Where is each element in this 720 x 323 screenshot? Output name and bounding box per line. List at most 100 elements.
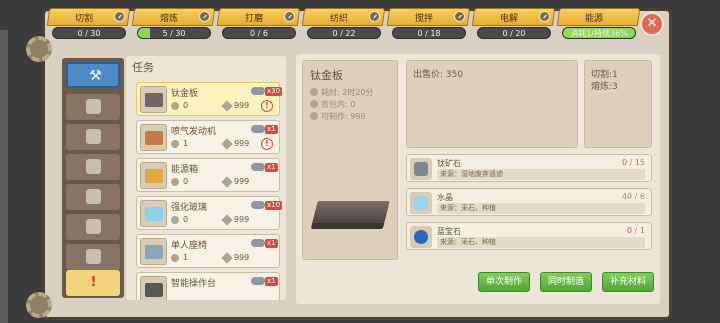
progress-value: 5 / 30	[162, 29, 186, 38]
task-name: 能源箱	[171, 165, 199, 175]
tab-stirring[interactable]: 搅拌 0 / 18	[386, 8, 471, 44]
task-badge: x1	[265, 277, 278, 286]
bag-icon	[171, 140, 179, 148]
category-cloth[interactable]	[66, 154, 120, 180]
task-cost: 999	[234, 253, 250, 262]
material-count: 40 / 6	[621, 192, 645, 201]
task-qty: 1	[183, 253, 189, 262]
material-row[interactable]: 钛矿石 来源：湿地废弃遗迹 0 / 15	[406, 154, 652, 182]
tab-energy[interactable]: 能源 消耗1/持续36%	[556, 8, 641, 44]
material-name: 钛矿石	[437, 159, 461, 168]
item-card: 钛金板 耗时: 2时20分 背包内: 0 可制作: 999	[302, 60, 398, 260]
task-item[interactable]: 强化玻璃 0 999 x10	[136, 196, 283, 230]
tab-label: 熔炼	[159, 14, 178, 24]
plate-icon	[251, 125, 265, 133]
task-name: 喷气发动机	[171, 127, 217, 137]
crystal-icon	[414, 196, 428, 210]
settings-icon[interactable]	[114, 11, 125, 22]
category-map[interactable]	[66, 214, 120, 240]
plate-icon	[251, 239, 265, 247]
settings-icon[interactable]	[454, 11, 465, 22]
progress-bar: 0 / 22	[307, 27, 381, 39]
material-count: 0 / 1	[627, 226, 645, 235]
single-craft-button[interactable]: 单次制作	[478, 272, 530, 292]
settings-icon[interactable]	[199, 11, 210, 22]
sale-price-box: 出售价: 350	[406, 60, 578, 148]
wrench-small-icon	[310, 112, 318, 120]
category-alert[interactable]: !	[66, 270, 120, 296]
material-row[interactable]: 水晶 来源：采石、种植 40 / 6	[406, 188, 652, 216]
progress-bar: 0 / 20	[477, 27, 551, 39]
tab-label: 打磨	[244, 14, 263, 24]
category-materials[interactable]	[66, 124, 120, 150]
batch-craft-button[interactable]: 同时制造	[540, 272, 592, 292]
task-item[interactable]: 喷气发动机 1 999 x1 !	[136, 120, 280, 154]
titanium-plate-image	[312, 201, 390, 223]
task-item[interactable]: 单人座椅 1 999 x1	[136, 234, 280, 268]
task-name: 钛金板	[171, 89, 199, 99]
gear-decoration-icon	[26, 292, 52, 318]
pipe-icon	[86, 189, 101, 204]
task-qty: 0	[183, 177, 189, 186]
progress-bar: 0 / 6	[222, 27, 296, 39]
material-source: 来源：湿地废弃遗迹	[437, 169, 645, 180]
console-icon	[145, 283, 163, 297]
category-tools[interactable]: ⚒	[66, 62, 120, 88]
tab-label: 能源	[584, 14, 603, 24]
bag-count: 背包内: 0	[310, 99, 355, 110]
plate-icon	[251, 87, 265, 95]
progress-bar: 0 / 18	[392, 27, 466, 39]
glass-icon	[145, 207, 163, 221]
furniture-icon	[86, 249, 101, 264]
close-button[interactable]: ✕	[640, 12, 664, 36]
settings-icon[interactable]	[539, 11, 550, 22]
tab-cutting[interactable]: 切割 0 / 30	[46, 8, 131, 44]
item-detail-panel: 钛金板 耗时: 2时20分 背包内: 0 可制作: 999 出售价: 350 切…	[296, 54, 660, 304]
tab-label: 搅拌	[414, 14, 433, 24]
bag-icon	[310, 100, 318, 108]
wrench-small-icon	[221, 100, 233, 112]
settings-icon[interactable]	[369, 11, 380, 22]
task-item[interactable]: 钛金板 0 999 x30 !	[136, 82, 283, 116]
wrench-icon: ⚒	[89, 68, 102, 84]
progress-value: 0 / 6	[250, 29, 268, 38]
material-name: 水晶	[437, 193, 453, 202]
plate-icon	[251, 163, 265, 171]
material-row[interactable]: 蓝宝石 来源：采石、种植 0 / 1	[406, 222, 652, 250]
seat-icon	[145, 245, 163, 259]
tab-electrolysis[interactable]: 电解 0 / 20	[471, 8, 556, 44]
craft-time: 耗时: 2时20分	[310, 87, 374, 98]
skill-req: 熔炼:3	[591, 82, 618, 92]
task-cost: 999	[234, 139, 250, 148]
tab-polishing[interactable]: 打磨 0 / 6	[216, 8, 301, 44]
wrench-small-icon	[221, 252, 233, 264]
material-source: 来源：采石、种植	[437, 237, 645, 248]
task-item[interactable]: 能源箱 0 999 x1	[136, 158, 280, 192]
exclamation-icon: !	[90, 275, 97, 290]
progress-bar: 0 / 30	[52, 27, 126, 39]
bag-icon	[171, 102, 179, 110]
tab-smelting[interactable]: 熔炼 5 / 30	[131, 8, 216, 44]
task-list-panel: 任务 钛金板 0 999 x30 ! 喷气发动机 1 999 x1 ! 能源箱 …	[126, 56, 286, 300]
task-badge: x1	[265, 163, 278, 172]
task-item[interactable]: 智能操作台 x1	[136, 272, 280, 300]
category-pipes[interactable]	[66, 184, 120, 210]
task-qty: 1	[183, 139, 189, 148]
category-parts[interactable]	[66, 94, 120, 120]
sapphire-icon	[414, 230, 428, 244]
material-name: 蓝宝石	[437, 227, 461, 236]
progress-bar: 5 / 30	[137, 27, 211, 39]
wrench-small-icon	[221, 138, 233, 150]
task-cost: 999	[234, 177, 250, 186]
category-sidebar: ⚒ !	[62, 58, 124, 298]
task-qty: 0	[183, 101, 189, 110]
settings-icon[interactable]	[284, 11, 295, 22]
tab-weaving[interactable]: 纺织 0 / 22	[301, 8, 386, 44]
material-count: 0 / 15	[621, 158, 645, 167]
map-icon	[86, 219, 101, 234]
category-furniture[interactable]	[66, 244, 120, 270]
tab-label: 切割	[74, 14, 93, 24]
plate-icon	[251, 201, 265, 209]
task-badge: x1	[265, 239, 278, 248]
refill-materials-button[interactable]: 补充材料	[602, 272, 654, 292]
